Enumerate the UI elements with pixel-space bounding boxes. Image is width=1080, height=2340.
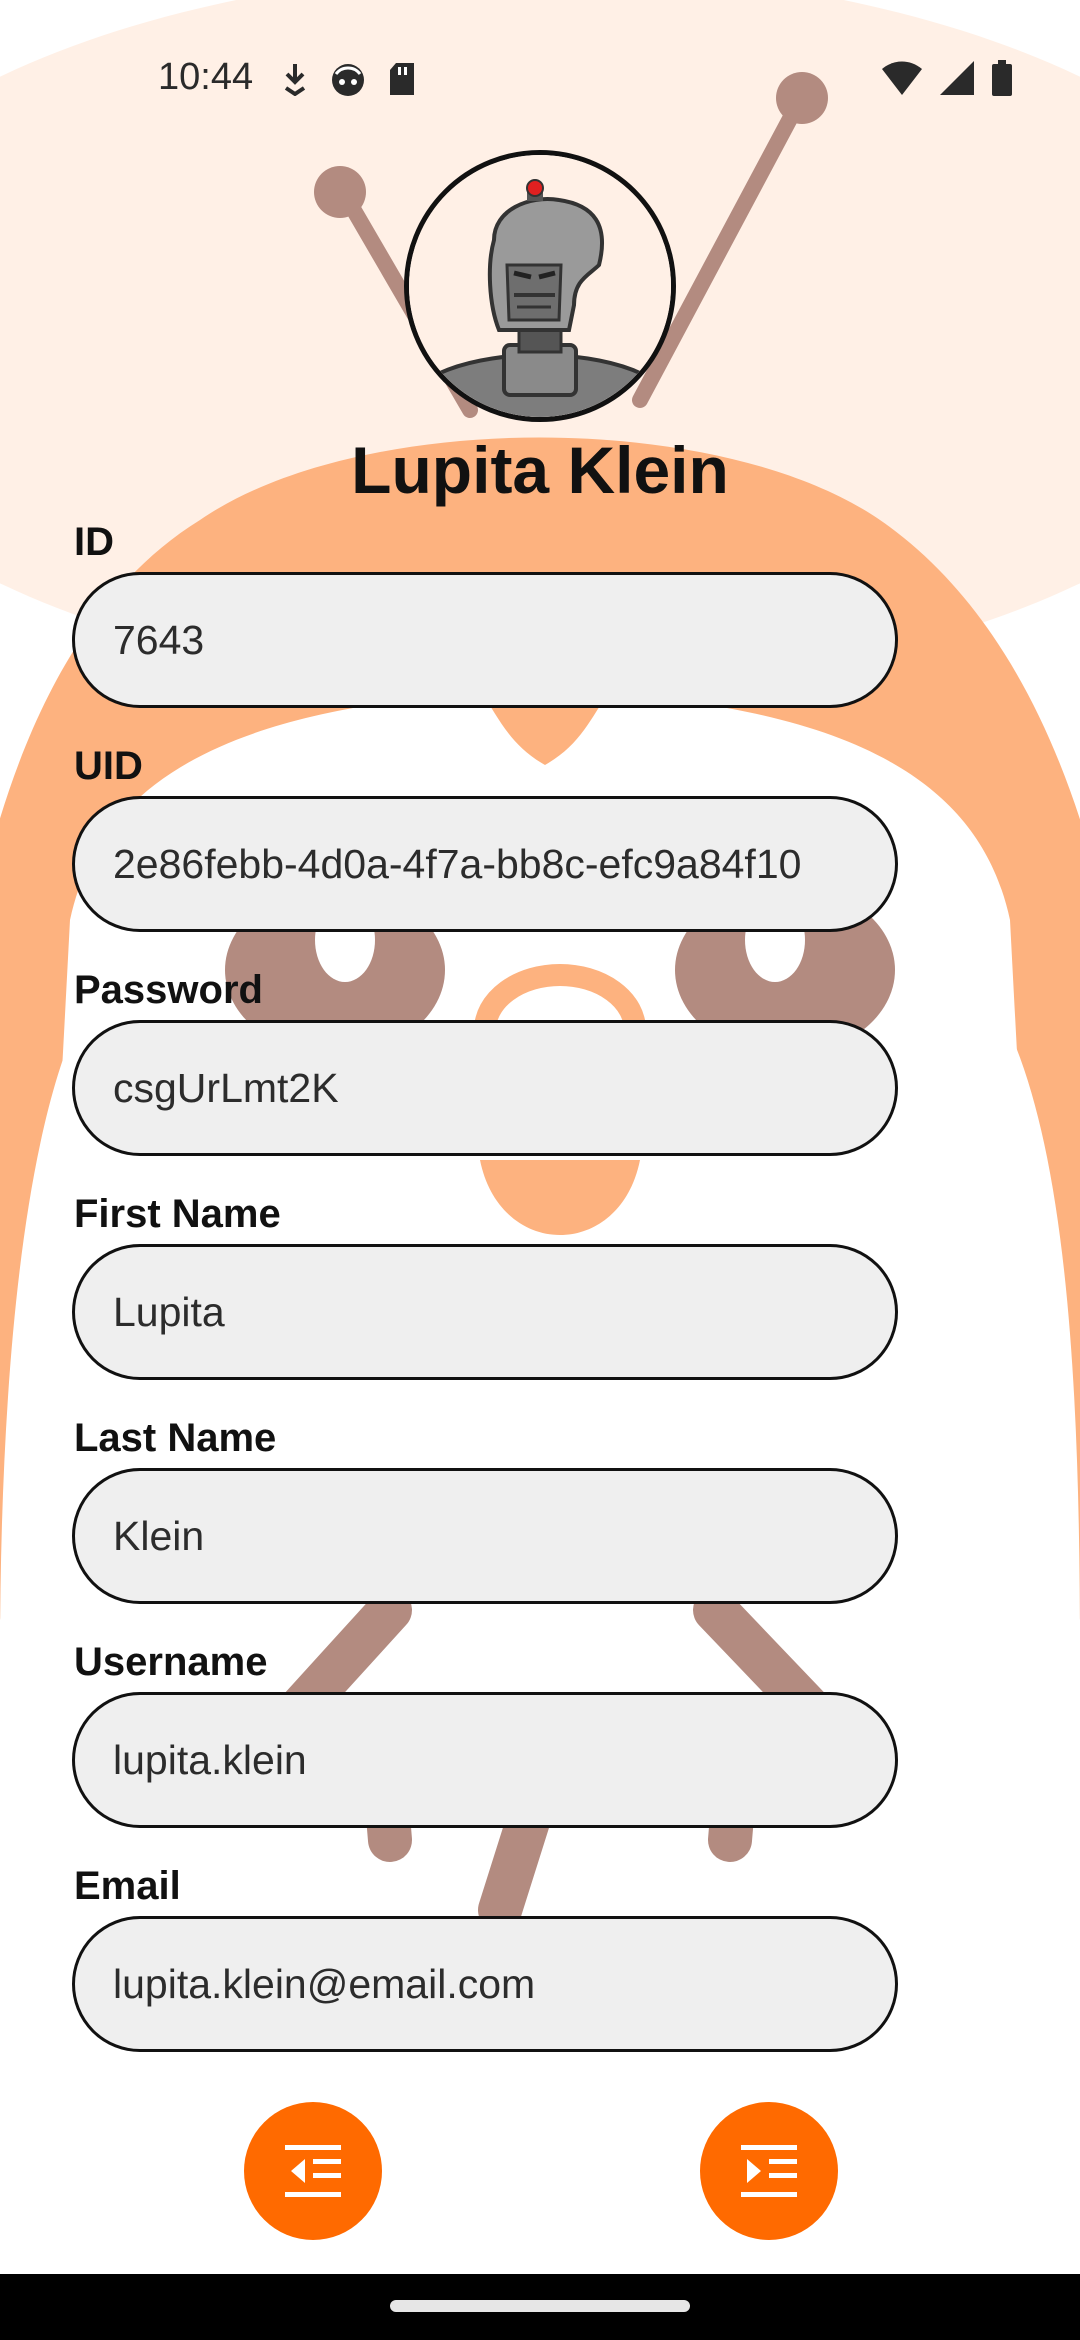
battery-icon	[992, 60, 1012, 96]
uid-label: UID	[74, 744, 143, 788]
username-field[interactable]	[72, 1692, 898, 1828]
password-label: Password	[74, 968, 263, 1012]
last-name-field[interactable]	[72, 1468, 898, 1604]
face-icon	[332, 64, 364, 96]
wifi-icon	[882, 61, 922, 95]
download-icon	[284, 64, 306, 96]
id-label: ID	[74, 520, 114, 564]
first-name-label: First Name	[74, 1192, 281, 1236]
uid-field[interactable]	[72, 796, 898, 932]
next-button[interactable]	[700, 2102, 838, 2240]
status-time: 10:44	[158, 56, 254, 98]
previous-button[interactable]	[244, 2102, 382, 2240]
profile-name: Lupita Klein	[351, 433, 729, 507]
robot-avatar-icon	[409, 155, 671, 417]
last-name-label: Last Name	[74, 1416, 277, 1460]
signal-icon	[940, 61, 974, 95]
format-indent-decrease-icon	[285, 2145, 341, 2197]
email-field[interactable]	[72, 1916, 898, 2052]
email-label: Email	[74, 1864, 181, 1908]
status-bar: 10:44	[0, 0, 1080, 160]
username-label: Username	[74, 1640, 268, 1684]
format-indent-increase-icon	[741, 2145, 797, 2197]
status-system-icons	[882, 60, 1012, 96]
password-field[interactable]	[72, 1020, 898, 1156]
avatar[interactable]	[404, 150, 676, 422]
sd-card-icon	[390, 63, 414, 95]
status-notification-icons	[282, 62, 416, 98]
id-field[interactable]	[72, 572, 898, 708]
home-gesture-handle[interactable]	[390, 2300, 690, 2312]
first-name-field[interactable]	[72, 1244, 898, 1380]
